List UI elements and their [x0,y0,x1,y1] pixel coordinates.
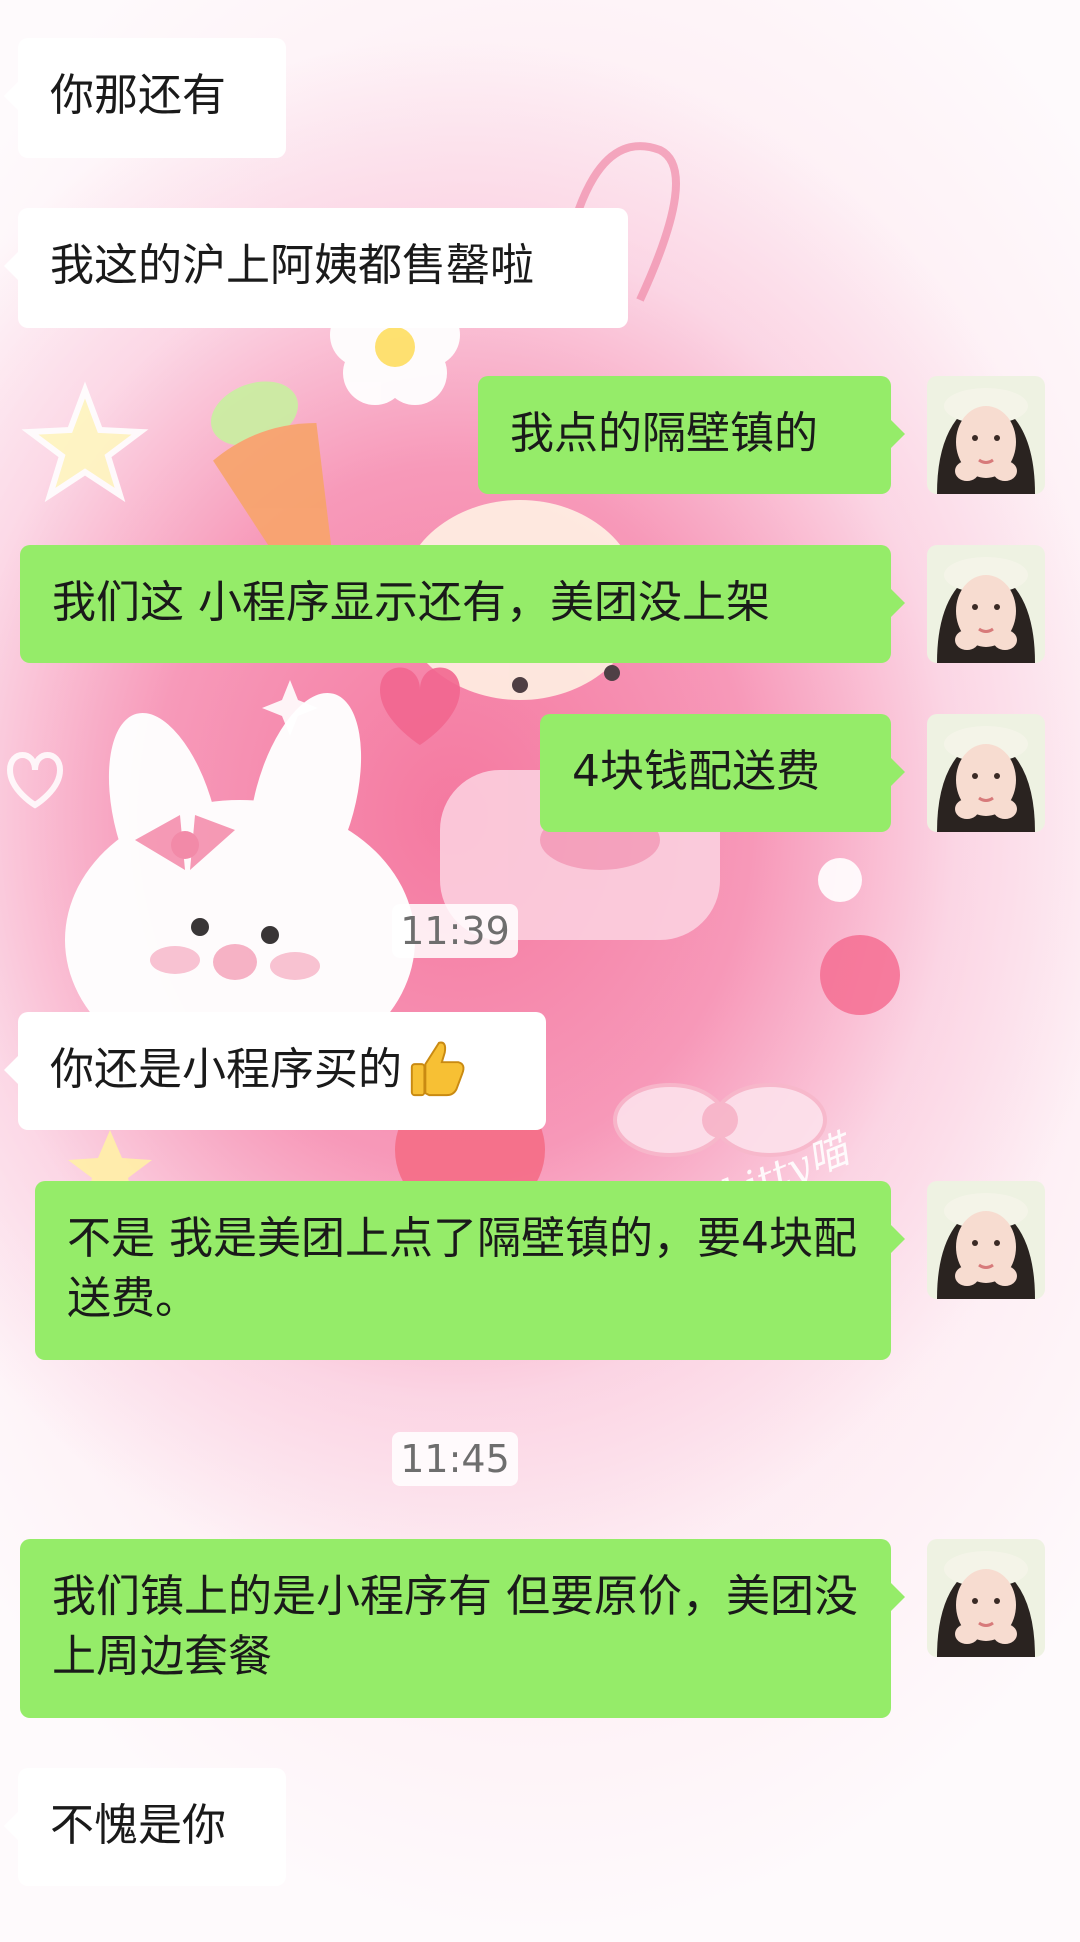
thumbs-up-icon [410,1041,465,1097]
message-text: 我们镇上的是小程序有 但要原价，美团没上周边套餐 [52,1571,858,1682]
user-avatar-icon [927,714,1045,832]
avatar[interactable] [927,545,1045,663]
user-avatar-icon [927,545,1045,663]
avatar[interactable] [927,1539,1045,1657]
message-text: 4块钱配送费 [572,746,820,797]
avatar[interactable] [927,714,1045,832]
avatar[interactable] [927,376,1045,494]
message-text: 我们这 小程序显示还有，美团没上架 [52,577,770,628]
message-text: 你还是小程序买的 [50,1044,402,1095]
message-text: 你那还有 [50,70,226,121]
message-bubble-outgoing[interactable]: 我们这 小程序显示还有，美团没上架 [20,545,905,663]
message-text: 我这的沪上阿姨都售罄啦 [50,240,534,291]
message-bubble-outgoing[interactable]: 我点的隔壁镇的 [478,376,905,494]
message-bubble-outgoing[interactable]: 4块钱配送费 [540,714,905,832]
message-bubble-incoming[interactable]: 不愧是你 [4,1768,286,1886]
message-bubble-outgoing[interactable]: 不是 我是美团上点了隔壁镇的，要4块配送费。 [35,1181,905,1360]
message-text: 我点的隔壁镇的 [510,408,818,459]
user-avatar-icon [927,1539,1045,1657]
user-avatar-icon [927,376,1045,494]
message-text: 不是 我是美团上点了隔壁镇的，要4块配送费。 [67,1213,857,1324]
message-bubble-incoming[interactable]: 我这的沪上阿姨都售罄啦 [4,208,628,328]
user-avatar-icon [927,1181,1045,1299]
message-bubble-incoming[interactable]: 你还是小程序买的 [4,1012,546,1130]
timestamp: 11:39 [392,904,518,958]
message-bubble-incoming[interactable]: 你那还有 [4,38,286,158]
message-text: 不愧是你 [50,1800,226,1851]
message-bubble-outgoing[interactable]: 我们镇上的是小程序有 但要原价，美团没上周边套餐 [20,1539,905,1718]
avatar[interactable] [927,1181,1045,1299]
timestamp: 11:45 [392,1432,518,1486]
